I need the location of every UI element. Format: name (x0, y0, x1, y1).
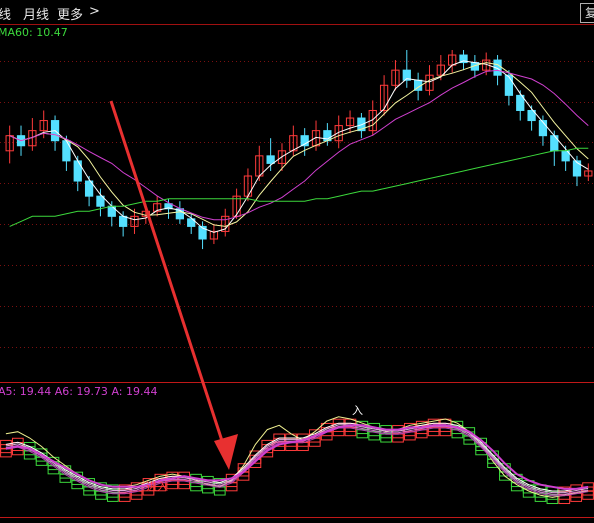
candle-down (504, 74, 514, 96)
candle-down (266, 155, 275, 164)
legend-ma60: MA60: 10.47 (0, 26, 68, 39)
candlestick-series (5, 50, 593, 250)
ma60-line (9, 147, 589, 227)
annotation-enter-high: 入 (352, 404, 363, 417)
legend-a5: A5: 19.44 (0, 385, 55, 398)
candle-down (119, 215, 128, 227)
candle-down (107, 205, 116, 217)
annotation-enter-low: 进入 (146, 480, 168, 493)
arrow-head (214, 434, 238, 470)
indicator-legend-label: A5: 19.44 A6: 19.73 A: 19.44 (0, 385, 157, 398)
indicator-legend: A5: 19.44 A6: 19.73 A: 19.44 (0, 385, 157, 398)
arrow-annotation (109, 100, 238, 470)
ma60-legend-label: MA60: 10.47 (0, 26, 68, 39)
stock-chart: MA60: 10.47 A5: 19.44 A6: 19.73 A: 19.44… (0, 24, 594, 518)
candle-down (73, 160, 82, 182)
ma60-legend: MA60: 10.47 (0, 26, 68, 39)
legend-a: A: 19.44 (111, 385, 157, 398)
candle-down (62, 140, 71, 162)
indicator-box-series (0, 418, 594, 505)
legend-a6: A6: 19.73 (55, 385, 112, 398)
indicator-lines (5, 416, 589, 498)
indicator-a6-line (5, 424, 589, 490)
